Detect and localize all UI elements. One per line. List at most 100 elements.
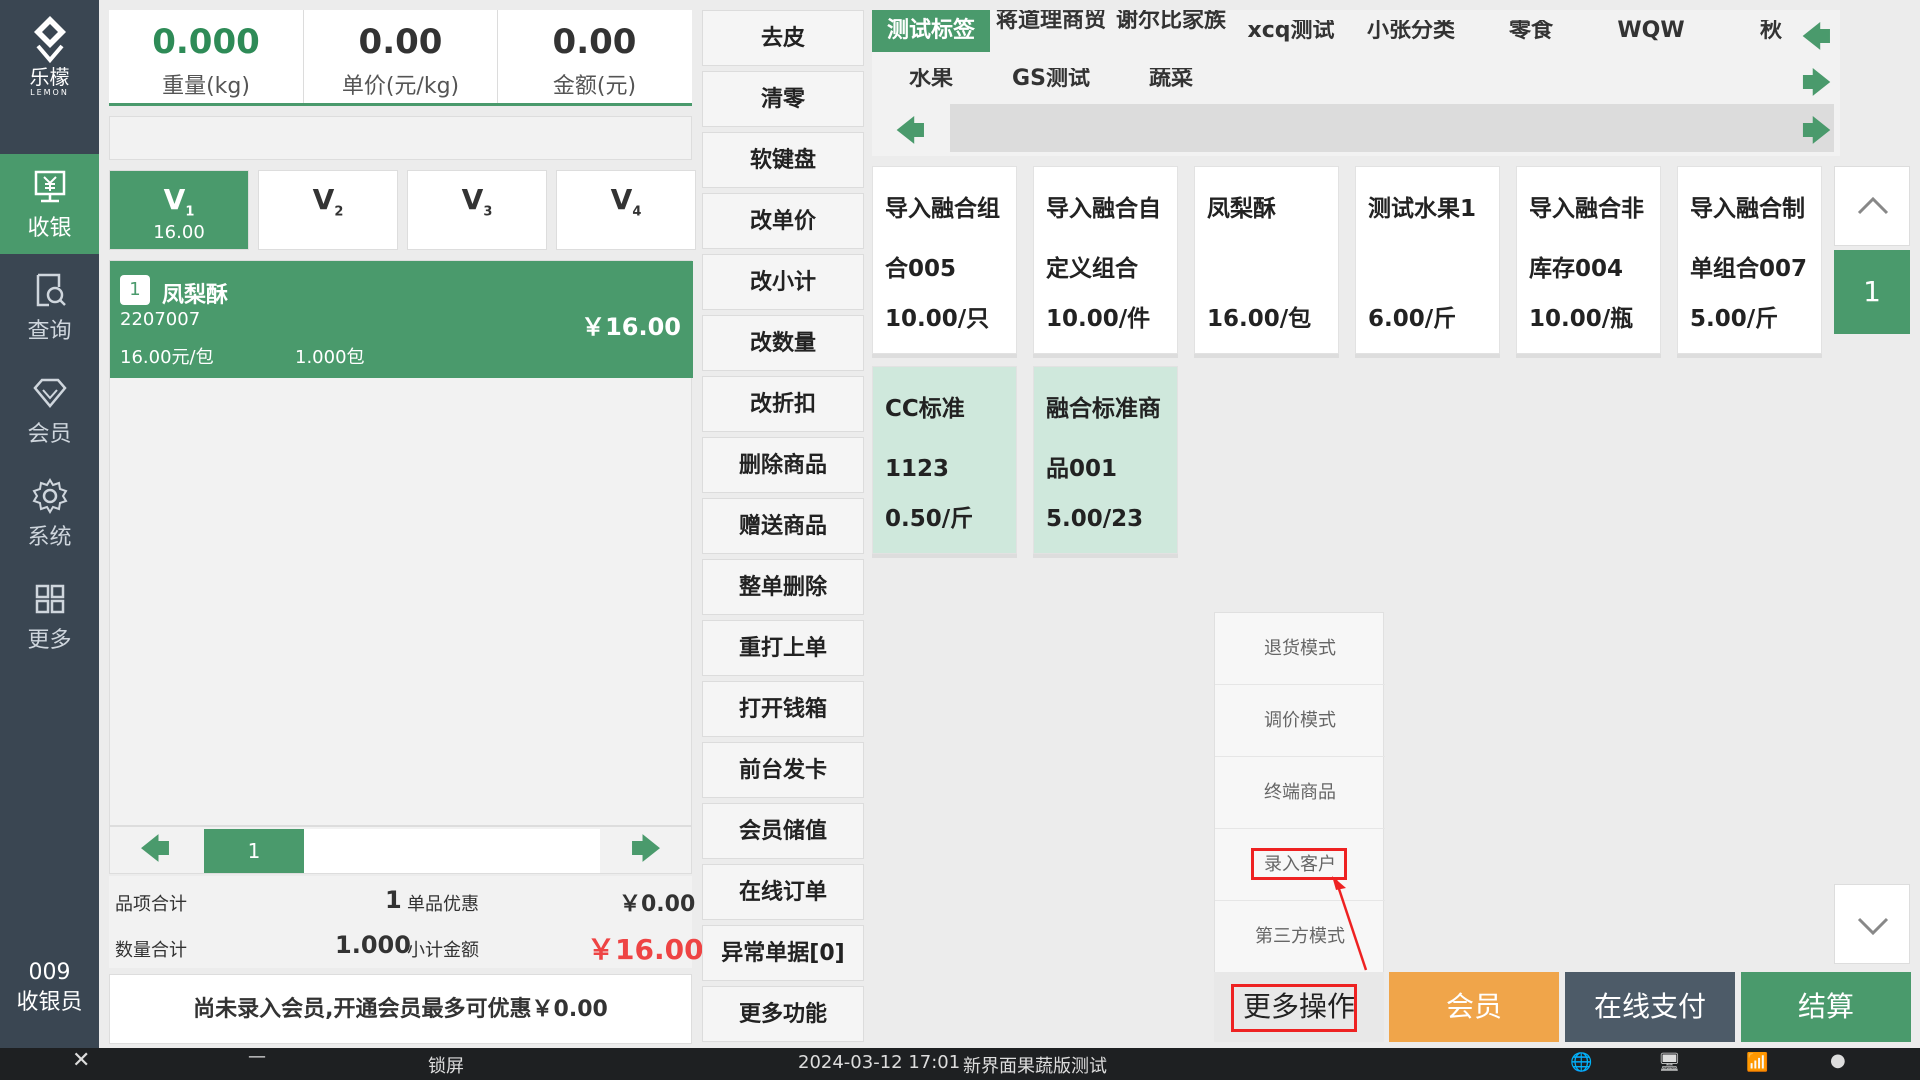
- cart-list: 1 凤梨酥 2207007 ￥16.00 16.00元/包 1.000包: [109, 260, 693, 826]
- gear-icon: [32, 478, 67, 514]
- member-promo-note[interactable]: 尚未录入会员,开通会员最多可优惠￥0.00: [109, 974, 692, 1044]
- member-button[interactable]: 会员: [1389, 972, 1559, 1042]
- subtotal-label: 小计金额: [407, 940, 479, 961]
- cat-tab-xcq[interactable]: xcq测试: [1232, 20, 1350, 62]
- cashier-label: 收银员: [16, 990, 83, 1015]
- product-price: 5.00/斤: [1690, 306, 1779, 332]
- open-cashbox-button[interactable]: 打开钱箱: [702, 681, 864, 737]
- left-nav: 乐檬 LEMON 收银 查询 会员 系统 更多 009 收银员: [0, 0, 99, 1048]
- product-card[interactable]: 导入融合自定义组合0... 10.00/件: [1033, 166, 1178, 354]
- product-card[interactable]: CC标准1123 0.50/斤: [872, 366, 1017, 554]
- delete-item-button[interactable]: 删除商品: [702, 437, 864, 493]
- product-name: 导入融合制单组合007: [1690, 196, 1808, 282]
- close-icon[interactable]: ✕: [72, 1048, 90, 1073]
- nav-item-cashier[interactable]: 收银: [0, 154, 99, 254]
- cat-scroll-track: [950, 104, 1834, 152]
- nav-item-more[interactable]: 更多: [0, 566, 99, 666]
- amount-cell: 0.00 金额(元): [497, 10, 691, 103]
- cart-item[interactable]: 1 凤梨酥 2207007 ￥16.00 16.00元/包 1.000包: [110, 261, 693, 378]
- minimize-icon[interactable]: —: [248, 1046, 266, 1067]
- cat-tab-test-label[interactable]: 测试标签: [872, 10, 990, 52]
- lock-screen-button[interactable]: 锁屏: [428, 1052, 464, 1078]
- product-price: 10.00/只: [885, 306, 990, 332]
- cart-pager: 🡄 1 🡆: [109, 826, 692, 874]
- vtab-3[interactable]: V3: [407, 170, 547, 250]
- change-discount-button[interactable]: 改折扣: [702, 376, 864, 432]
- cart-item-index: 1: [120, 275, 150, 305]
- product-scroll-up-button[interactable]: [1834, 166, 1910, 246]
- online-pay-button[interactable]: 在线支付: [1565, 972, 1735, 1042]
- taskbar-store-name: 新界面果蔬版测试: [963, 1056, 1107, 1077]
- price-adjust-mode-item[interactable]: 调价模式: [1215, 685, 1385, 757]
- unit-price-value: 0.00: [358, 22, 443, 62]
- weight-cell: 0.000 重量(kg): [109, 10, 303, 103]
- annotation-arrow-icon: [1332, 876, 1368, 971]
- cat-tab-shelby[interactable]: 谢尔比家族: [1112, 10, 1230, 52]
- cat-prev-arrow-icon[interactable]: 🡄: [1802, 16, 1831, 64]
- online-orders-button[interactable]: 在线订单: [702, 864, 864, 920]
- nav-label-cashier: 收银: [27, 216, 72, 241]
- abnormal-orders-button[interactable]: 异常单据[0]: [702, 925, 864, 981]
- product-card[interactable]: 测试水果1 6.00/斤: [1355, 166, 1500, 354]
- change-price-button[interactable]: 改单价: [702, 193, 864, 249]
- vtab-1-sum: 16.00: [153, 221, 205, 243]
- checkout-button[interactable]: 结算: [1741, 972, 1911, 1042]
- more-functions-button[interactable]: 更多功能: [702, 986, 864, 1042]
- change-subtotal-button[interactable]: 改小计: [702, 254, 864, 310]
- cart-page-number: 1: [204, 829, 304, 873]
- issue-card-button[interactable]: 前台发卡: [702, 742, 864, 798]
- reprint-last-button[interactable]: 重打上单: [702, 620, 864, 676]
- product-card[interactable]: 融合标准商品001 5.00/23: [1033, 366, 1178, 554]
- cat-tab-xiaozhang[interactable]: 小张分类: [1352, 20, 1470, 62]
- change-qty-button[interactable]: 改数量: [702, 315, 864, 371]
- vtab-2[interactable]: V2: [258, 170, 398, 250]
- cart-item-qty: 1.000包: [295, 347, 365, 368]
- product-price: 10.00/件: [1046, 306, 1151, 332]
- gift-item-button[interactable]: 赠送商品: [702, 498, 864, 554]
- barcode-input-bar[interactable]: [109, 116, 692, 160]
- product-card[interactable]: 凤梨酥 16.00/包: [1194, 166, 1339, 354]
- cat-scroll-left-icon[interactable]: 🡄: [896, 110, 925, 158]
- cashier-id: 009: [28, 960, 71, 985]
- cat-tab-wqw[interactable]: WQW: [1592, 20, 1710, 62]
- nav-item-query[interactable]: 查询: [0, 257, 99, 357]
- cat-scroll-right-icon[interactable]: 🡆: [1802, 110, 1831, 158]
- chevron-down-icon: [1857, 917, 1889, 936]
- terminal-goods-item[interactable]: 终端商品: [1215, 757, 1385, 829]
- nav-item-system[interactable]: 系统: [0, 463, 99, 563]
- vtab-1[interactable]: V1 16.00: [109, 170, 249, 250]
- product-card[interactable]: 导入融合非库存004 10.00/瓶: [1516, 166, 1661, 354]
- product-card[interactable]: 导入融合制单组合007 5.00/斤: [1677, 166, 1822, 354]
- item-count-label: 品项合计: [115, 894, 187, 915]
- product-page-number: 1: [1834, 250, 1910, 334]
- amount-value: 0.00: [552, 22, 637, 62]
- vtab-4[interactable]: V4: [556, 170, 696, 250]
- cat-next-arrow-icon[interactable]: 🡆: [1802, 62, 1831, 110]
- soft-keyboard-button[interactable]: 软键盘: [702, 132, 864, 188]
- product-price: 16.00/包: [1207, 306, 1312, 332]
- member-topup-button[interactable]: 会员储值: [702, 803, 864, 859]
- cart-prev-arrow-icon[interactable]: 🡄: [130, 833, 180, 869]
- cashier-info: 009 收银员: [0, 958, 99, 1018]
- nav-item-member[interactable]: 会员: [0, 360, 99, 460]
- return-mode-item[interactable]: 退货模式: [1215, 613, 1385, 685]
- product-card[interactable]: 导入融合组合005 10.00/只: [872, 166, 1017, 354]
- cart-item-name: 凤梨酥: [162, 283, 229, 308]
- cat-tab-snacks[interactable]: 零食: [1472, 20, 1590, 62]
- delete-order-button[interactable]: 整单删除: [702, 559, 864, 615]
- product-name: 导入融合自定义组合0...: [1046, 196, 1161, 282]
- globe-icon[interactable]: 🌐: [1570, 1052, 1592, 1073]
- cat-tab-jiangdaoli[interactable]: 蒋道理商贸: [992, 10, 1110, 52]
- product-name: 凤梨酥: [1207, 196, 1276, 222]
- brand-sub: LEMON: [30, 88, 69, 97]
- tare-button[interactable]: 去皮: [702, 10, 864, 66]
- product-scroll-down-button[interactable]: [1834, 884, 1910, 964]
- zero-button[interactable]: 清零: [702, 71, 864, 127]
- member-diamond-icon: [32, 378, 67, 408]
- wifi-icon[interactable]: 📶: [1746, 1052, 1768, 1073]
- cart-next-arrow-icon[interactable]: 🡆: [621, 833, 671, 869]
- nav-label-query: 查询: [27, 319, 72, 344]
- amount-label: 金额(元): [552, 74, 637, 99]
- monitor-icon[interactable]: 🖥: [1658, 1052, 1681, 1073]
- product-price: 5.00/23: [1046, 506, 1144, 532]
